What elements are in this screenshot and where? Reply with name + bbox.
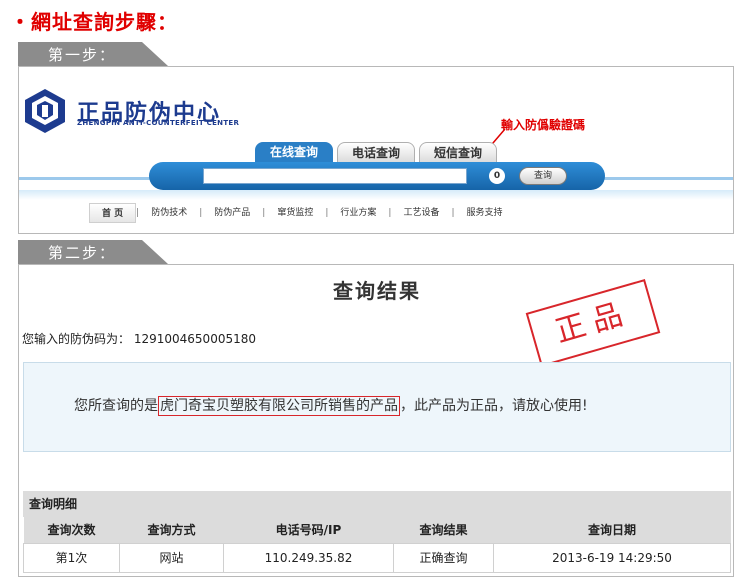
tab-online-query[interactable]: 在线查询 (255, 142, 333, 162)
code-value: 1291004650005180 (133, 332, 256, 346)
table-row: 第1次 网站 110.249.35.82 正确查询 2013-6-19 14:2… (23, 542, 731, 573)
table-cell: 2013-6-19 14:29:50 (493, 542, 731, 573)
search-bar: 0 查询 (149, 162, 605, 190)
tab-sms-query[interactable]: 短信查询 (419, 142, 497, 162)
code-label: 您输入的防伪码为： (22, 332, 131, 346)
message-suffix: ，此产品为正品，请放心使用! (400, 398, 588, 414)
header-band-lower (19, 190, 733, 200)
step-2-label: 第二步： (48, 244, 117, 262)
step-2-tab: 第二步： (18, 240, 168, 264)
page-title: ・網址查詢步驟： (10, 10, 178, 34)
nav-item-equipment[interactable]: 工艺设备 (391, 203, 451, 223)
nav-item-monitoring[interactable]: 窜货监控 (265, 203, 325, 223)
message-highlight: 虎门奇宝贝塑胶有限公司所销售的产品 (158, 396, 400, 416)
search-button[interactable]: 查询 (519, 167, 567, 185)
query-detail: 查询明细 查询次数 查询方式 电话号码/IP 查询结果 查询日期 第1次 网站 … (23, 491, 731, 575)
search-input[interactable] (203, 168, 467, 184)
nav-item-technology[interactable]: 防伪技术 (139, 203, 199, 223)
main-nav: 首 页 | 防伪技术 | 防伪产品 | 窜货监控 | 行业方案 | 工艺设备 |… (89, 203, 515, 223)
brand-subtitle: ZHENGPIN ANTI-COUNTERFEIT CENTER (77, 119, 240, 127)
column-header: 查询日期 (493, 517, 731, 543)
detail-table: 查询次数 查询方式 电话号码/IP 查询结果 查询日期 第1次 网站 110.2… (23, 517, 731, 573)
table-cell: 第1次 (23, 542, 120, 573)
step-1-screenshot: 正品防伪中心 ZHENGPIN ANTI-COUNTERFEIT CENTER … (18, 66, 734, 234)
query-counter-badge: 0 (489, 168, 505, 184)
step-1-tab: 第一步： (18, 42, 168, 66)
table-cell: 网站 (119, 542, 224, 573)
nav-item-products[interactable]: 防伪产品 (202, 203, 262, 223)
table-header-row: 查询次数 查询方式 电话号码/IP 查询结果 查询日期 (23, 517, 731, 543)
column-header: 查询结果 (393, 517, 494, 543)
nav-item-support[interactable]: 服务支持 (455, 203, 515, 223)
step-2-screenshot: 查询结果 您输入的防伪码为： 1291004650005180 正品 您所查询的… (18, 264, 734, 577)
nav-item-solutions[interactable]: 行业方案 (328, 203, 388, 223)
detail-heading: 查询明细 (23, 491, 731, 517)
column-header: 查询次数 (23, 517, 120, 543)
step-1-label: 第一步： (48, 46, 117, 64)
message-prefix: 您所查询的是 (74, 398, 158, 414)
column-header: 电话号码/IP (223, 517, 394, 543)
tab-phone-query[interactable]: 电话查询 (337, 142, 415, 162)
result-message: 您所查询的是 虎门奇宝贝塑胶有限公司所销售的产品 ，此产品为正品，请放心使用! (74, 395, 588, 416)
table-cell: 正确查询 (393, 542, 494, 573)
column-header: 查询方式 (119, 517, 224, 543)
code-line: 您输入的防伪码为： 1291004650005180 (22, 330, 256, 347)
brand-logo-icon (25, 89, 65, 133)
table-cell: 110.249.35.82 (223, 542, 394, 573)
result-message-box: 您所查询的是 虎门奇宝贝塑胶有限公司所销售的产品 ，此产品为正品，请放心使用! (23, 362, 731, 452)
nav-item-home[interactable]: 首 页 (89, 203, 137, 223)
